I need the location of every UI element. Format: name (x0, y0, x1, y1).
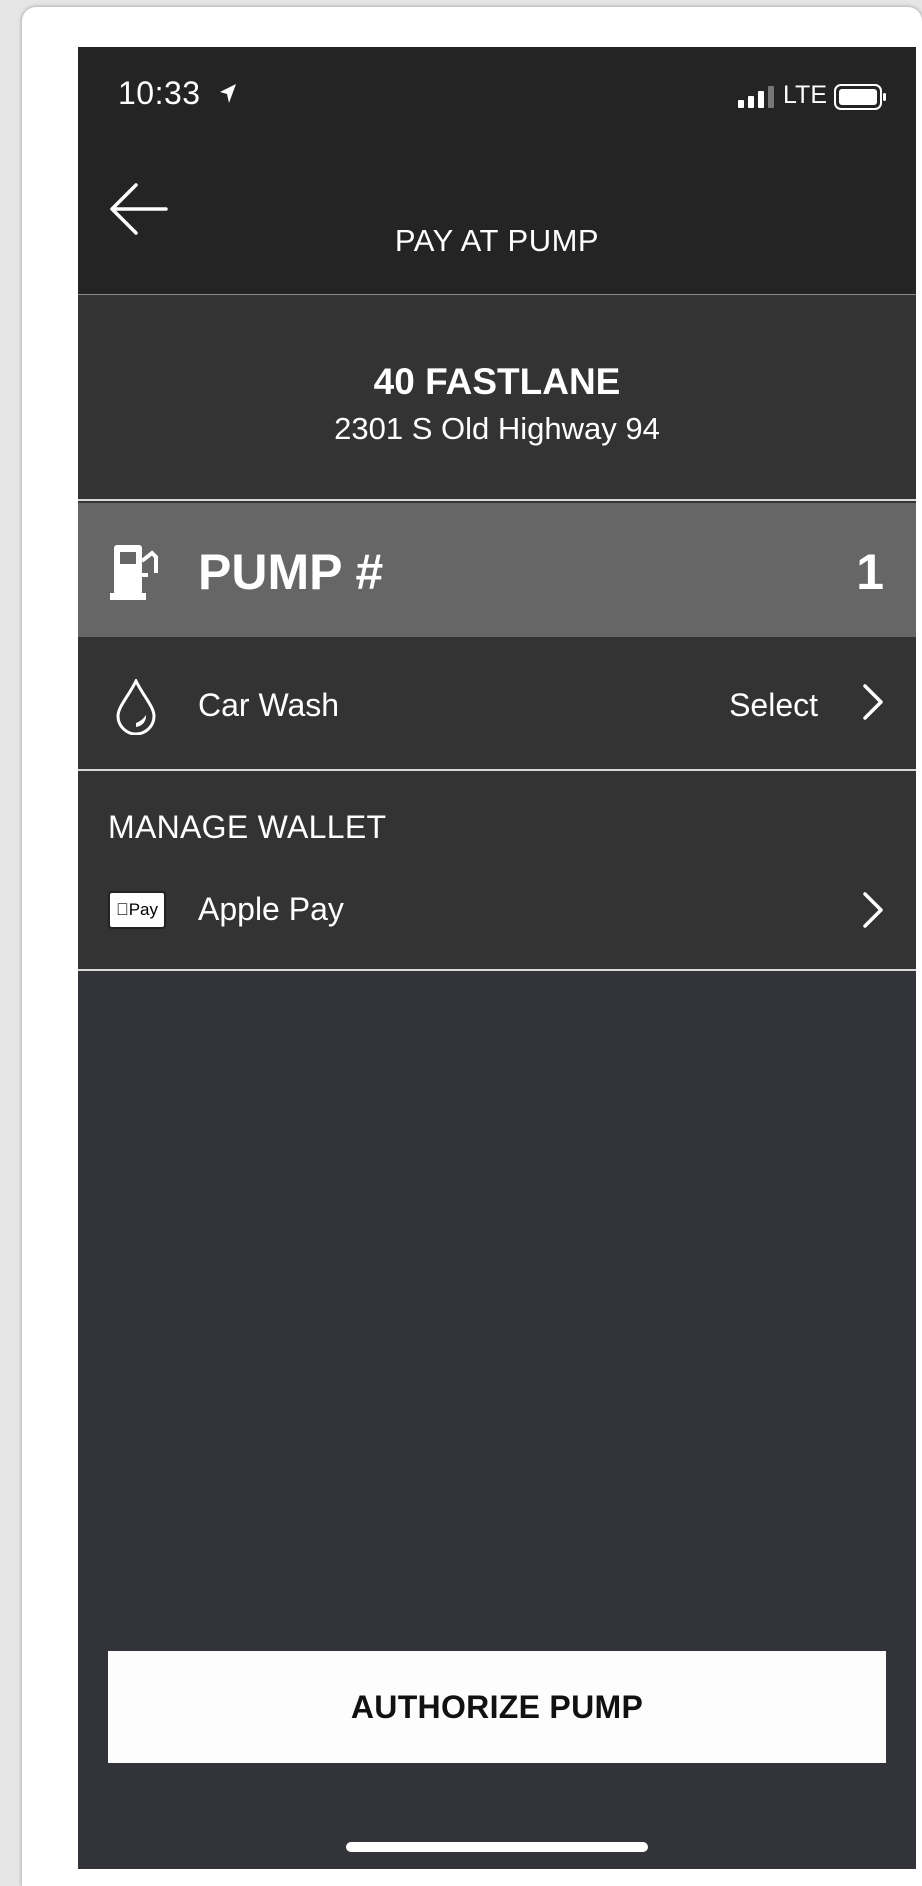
page-title: PAY AT PUMP (394, 223, 600, 258)
car-wash-label: Car Wash (198, 687, 340, 723)
pump-label: PUMP # (198, 544, 384, 600)
water-drop-icon (116, 677, 156, 740)
apple-pay-icon: Pay (108, 891, 166, 929)
fuel-pump-icon (110, 543, 164, 606)
chevron-right-icon (862, 891, 884, 934)
station-header: 40 FASTLANE 2301 S Old Highway 94 (78, 295, 916, 501)
status-bar: 10:33 LTE (78, 47, 916, 135)
pump-number: 1 (856, 544, 884, 600)
signal-bars-icon (738, 85, 776, 114)
pump-row[interactable]: PUMP # 1 (78, 503, 916, 637)
battery-icon (834, 84, 888, 115)
station-name: 40 FASTLANE (373, 361, 621, 402)
network-type: LTE (783, 81, 827, 109)
station-address: 2301 S Old Highway 94 (334, 411, 660, 446)
status-time: 10:33 (118, 75, 201, 111)
car-wash-row[interactable]: Car Wash Select (78, 637, 916, 771)
app-screen: 10:33 LTE PAY AT PUMP 40 FASTLANE 2301 S… (78, 47, 916, 1869)
authorize-pump-button[interactable]: AUTHORIZE PUMP (108, 1651, 886, 1763)
manage-wallet-section: MANAGE WALLET Pay Apple Pay (78, 773, 916, 971)
nav-bar: PAY AT PUMP (78, 135, 916, 295)
device-frame: 10:33 LTE PAY AT PUMP 40 FASTLANE 2301 S… (22, 7, 922, 1886)
chevron-right-icon (862, 683, 884, 726)
car-wash-select[interactable]: Select (729, 687, 818, 724)
wallet-header: MANAGE WALLET (108, 809, 387, 845)
apple-pay-label: Apple Pay (198, 891, 344, 927)
home-indicator[interactable] (346, 1842, 648, 1852)
location-arrow-icon (218, 83, 238, 110)
